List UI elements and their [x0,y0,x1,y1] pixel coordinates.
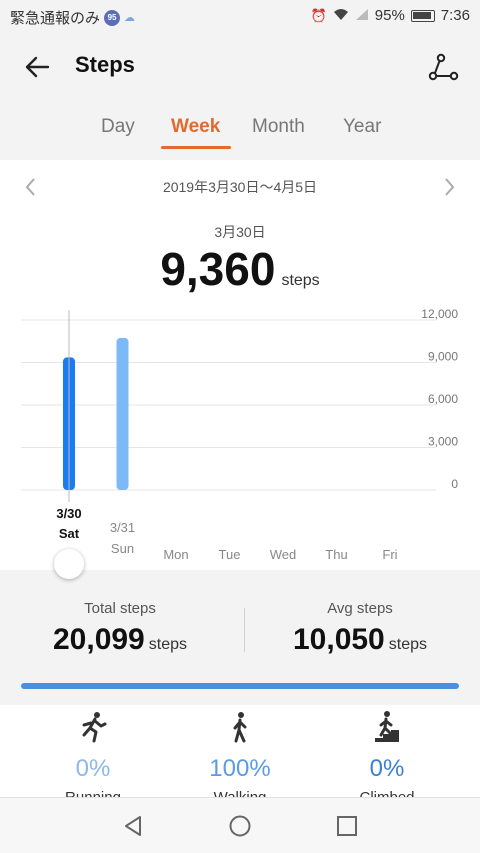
activity-breakdown: 0% Running 100% Walking 0% Climbed [0,705,480,806]
share-button[interactable] [426,50,460,84]
x-day-label: Sat [59,526,80,541]
signal-icon [355,8,369,24]
x-date-label: 3/30 [56,506,81,521]
chevron-right-icon [445,178,455,196]
week-card: 2019年3月30日～4月5日 3月30日 9,360 steps 12,000 9… [0,160,480,570]
status-right: ⏰ 95% 7:36 [311,7,470,24]
total-steps-label: Total steps [84,600,156,617]
tab-week[interactable]: Week [171,116,220,138]
arrow-left-icon [25,56,50,78]
y-tick-label: 6,000 [428,392,458,406]
selected-unit: steps [281,272,320,289]
recent-square-icon [337,816,357,836]
y-tick-label: 0 [451,477,458,491]
total-steps-unit: steps [148,636,187,653]
day-slider [0,549,480,585]
activity-walking[interactable]: 100% Walking [160,705,320,806]
climbing-icon [375,711,399,742]
x-day-label: Sun [111,541,134,556]
back-button[interactable] [20,50,54,84]
back-triangle-icon [125,816,141,836]
page-title: Steps [75,52,135,77]
weather-icon: ☁ [124,12,136,24]
period-tabs: Day Week Month Year [0,108,480,152]
clock: 7:36 [440,7,470,24]
y-tick-label: 3,000 [428,435,458,449]
climbed-percent: 0% [369,755,405,782]
status-bar: 緊急通報のみ 95 ☁ ⏰ 95% 7:36 [0,0,480,34]
app-header: Steps [0,34,480,98]
y-tick-label: 12,000 [421,307,458,321]
selected-date: 3月30日 [214,224,266,240]
share-icon [428,53,459,81]
notification-badge: 95 [104,9,121,26]
tab-day[interactable]: Day [101,116,135,138]
avg-steps-label: Avg steps [327,600,393,617]
activity-progress-bar [21,683,459,689]
system-nav-bar [0,797,480,853]
activity-climbed[interactable]: 0% Climbed [307,705,467,806]
nav-home-button[interactable] [226,812,254,840]
steps-bar-chart[interactable]: 12,0009,0006,0003,00003/30Sat 3/31Sun Mon T… [0,302,480,572]
selected-value: 9,360 steps [0,242,480,296]
walking-icon [233,712,247,743]
tab-month[interactable]: Month [252,116,305,138]
running-percent: 0% [75,755,111,782]
tab-year[interactable]: Year [343,116,381,138]
bar-sun [116,337,129,490]
battery-percent: 95% [374,7,405,24]
wifi-icon [333,8,349,24]
y-tick-label: 9,000 [428,350,458,364]
total-steps-value: 20,099 [52,623,145,656]
status-left: 緊急通報のみ 95 ☁ [10,7,135,28]
avg-steps: Avg steps 10,050 steps [240,590,480,657]
running-icon [82,712,107,743]
next-week-button[interactable] [440,176,458,198]
carrier-text: 緊急通報のみ [10,10,101,27]
home-circle-icon [229,815,251,837]
total-steps: Total steps 20,099 steps [0,590,240,657]
nav-back-button[interactable] [120,812,148,840]
activity-running[interactable]: 0% Running [13,705,173,806]
date-range-text: 2019年3月30日～4月5日 [162,179,318,195]
x-date-label: 3/31 [110,520,135,535]
battery-icon [410,9,435,22]
totals-section: Total steps 20,099 steps Avg steps 10,050… [0,590,480,670]
date-range: 2019年3月30日～4月5日 [0,177,480,201]
avg-steps-unit: steps [388,636,427,653]
selected-steps: 9,360 [160,243,276,295]
avg-steps-value: 10,050 [292,623,385,656]
walking-percent: 100% [209,755,271,782]
alarm-icon: ⏰ [310,7,327,23]
nav-recent-button[interactable] [333,812,361,840]
active-tab-indicator [161,146,231,149]
slider-knob[interactable] [54,549,84,579]
